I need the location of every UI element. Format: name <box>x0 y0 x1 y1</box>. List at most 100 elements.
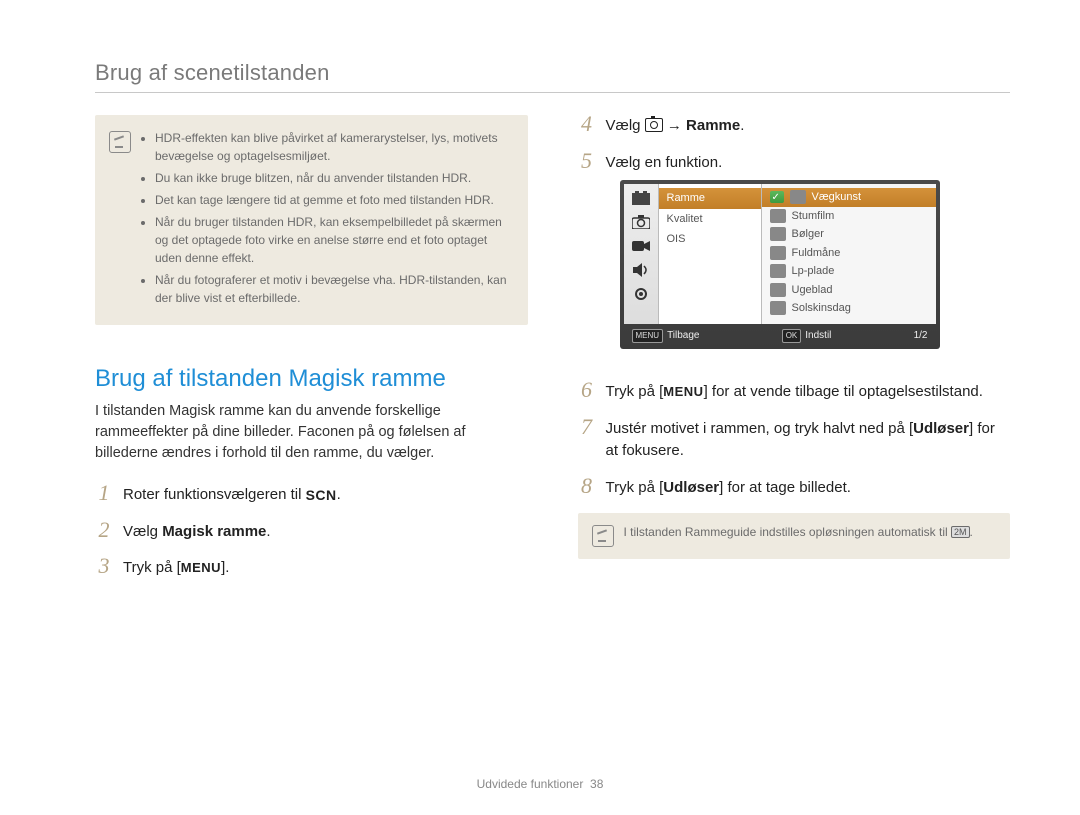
back-control: MENUTilbage <box>632 328 700 343</box>
step-3: Tryk på [MENU]. <box>95 557 528 580</box>
step-text: ]. <box>221 559 229 576</box>
camera-icon <box>645 118 663 132</box>
scene-icon <box>631 190 651 206</box>
note-item: HDR-effekten kan blive påvirket af kamer… <box>155 129 512 165</box>
step-content: Justér motivet i rammen, og tryk halvt n… <box>606 418 1011 463</box>
step-text: Vælg <box>606 117 645 134</box>
note-item: Når du fotograferer et motiv i bevægelse… <box>155 271 512 307</box>
note-item: Det kan tage længere tid at gemme et fot… <box>155 191 512 209</box>
option-item: Ugeblad <box>762 281 936 300</box>
option-item: Fuldmåne <box>762 244 936 263</box>
left-column: HDR-effekten kan blive påvirket af kamer… <box>95 115 528 594</box>
ok-control: OKIndstil <box>782 328 832 343</box>
arrow: → <box>663 117 686 134</box>
footer-label: Udvidede funktioner <box>477 777 584 791</box>
camera-ui-panel: Ramme Kvalitet OIS Vægkunst Stumfilm Bøl… <box>624 184 936 324</box>
note-icon <box>592 525 614 547</box>
step-bold: Magisk ramme <box>162 523 266 540</box>
step-text: Vælg <box>123 523 162 540</box>
step-5: Vælg en funktion. <box>578 152 1011 368</box>
page-title: Brug af scenetilstanden <box>95 60 1010 93</box>
camera-ui-menu: Ramme Kvalitet OIS <box>659 184 762 324</box>
ok-label: Indstil <box>805 328 831 343</box>
camera-ui-bottom-bar: MENUTilbage OKIndstil 1/2 <box>624 324 936 345</box>
step-text: Tryk på [ <box>606 479 664 496</box>
steps-left: Roter funktionsvælgeren til SCN. Vælg Ma… <box>95 484 528 580</box>
step-4: Vælg → Ramme. <box>578 115 1011 138</box>
option-label: Lp-plade <box>792 263 835 280</box>
video-icon <box>631 238 651 254</box>
menu-item-selected: Ramme <box>659 188 761 209</box>
option-item-selected: Vægkunst <box>762 188 936 207</box>
note-list: HDR-effekten kan blive påvirket af kamer… <box>141 129 512 311</box>
option-item: Solskinsdag <box>762 299 936 318</box>
step-bold: Udløser <box>913 420 969 437</box>
step-text: ] for at tage billedet. <box>719 479 851 496</box>
thumb-icon <box>770 283 786 297</box>
step-text: Vælg en funktion. <box>606 154 723 171</box>
camera-icon <box>631 214 651 230</box>
option-label: Bølger <box>792 226 824 243</box>
steps-right: Vælg → Ramme. Vælg en funktion. <box>578 115 1011 499</box>
menu-icon: MENU <box>181 560 221 575</box>
step-content: Tryk på [MENU] for at vende tilbage til … <box>606 381 983 404</box>
option-label: Vægkunst <box>812 189 862 206</box>
page-indicator: 1/2 <box>914 328 928 343</box>
thumb-icon <box>770 264 786 278</box>
thumb-icon <box>770 227 786 241</box>
menu-mark-icon: MENU <box>632 329 664 343</box>
manual-page: Brug af scenetilstanden HDR-effekten kan… <box>0 0 1080 815</box>
content-columns: HDR-effekten kan blive påvirket af kamer… <box>95 115 1010 594</box>
menu-item: OIS <box>659 229 761 250</box>
option-item: Bølger <box>762 225 936 244</box>
camera-ui-tabs <box>624 184 659 324</box>
step-text: Roter funktionsvælgeren til <box>123 486 306 503</box>
step-bold: Ramme <box>686 117 740 134</box>
check-icon <box>770 191 784 203</box>
step-8: Tryk på [Udløser] for at tage billedet. <box>578 477 1011 500</box>
step-content: Roter funktionsvælgeren til SCN. <box>123 484 341 507</box>
sound-icon <box>631 262 651 278</box>
thumb-icon <box>770 246 786 260</box>
note-item: Du kan ikke bruge blitzen, når du anvend… <box>155 169 512 187</box>
section-body: I tilstanden Magisk ramme kan du anvende… <box>95 401 528 464</box>
small-note-content: I tilstanden Rammeguide indstilles opløs… <box>624 525 973 547</box>
page-footer: Udvidede funktioner 38 <box>0 777 1080 791</box>
menu-icon: MENU <box>663 384 703 399</box>
option-label: Stumfilm <box>792 208 835 225</box>
step-content: Vælg en funktion. <box>606 152 940 368</box>
ok-mark-icon: OK <box>782 329 802 343</box>
camera-ui-options: Vægkunst Stumfilm Bølger Fuldmåne Lp-pla… <box>762 184 936 324</box>
step-text: Tryk på [ <box>123 559 181 576</box>
thumb-icon <box>770 209 786 223</box>
step-content: Tryk på [Udløser] for at tage billedet. <box>606 477 851 500</box>
step-1: Roter funktionsvælgeren til SCN. <box>95 484 528 507</box>
thumb-icon <box>770 301 786 315</box>
section-title: Brug af tilstanden Magisk ramme <box>95 365 528 393</box>
step-text: Justér motivet i rammen, og tryk halvt n… <box>606 420 914 437</box>
scn-icon: SCN <box>306 485 337 506</box>
step-content: Tryk på [MENU]. <box>123 557 229 580</box>
step-bold: Udløser <box>663 479 719 496</box>
small-note-text: I tilstanden Rammeguide indstilles opløs… <box>624 525 952 539</box>
step-content: Vælg → Ramme. <box>606 115 745 138</box>
menu-item: Kvalitet <box>659 209 761 230</box>
step-text: Tryk på [ <box>606 383 664 400</box>
gear-icon <box>631 286 651 302</box>
camera-ui-screenshot: Ramme Kvalitet OIS Vægkunst Stumfilm Bøl… <box>620 180 940 349</box>
note-item: Når du bruger tilstanden HDR, kan eksemp… <box>155 213 512 267</box>
option-item: Lp-plade <box>762 262 936 281</box>
step-7: Justér motivet i rammen, og tryk halvt n… <box>578 418 1011 463</box>
option-label: Fuldmåne <box>792 245 841 262</box>
thumb-icon <box>790 190 806 204</box>
note-box: HDR-effekten kan blive påvirket af kamer… <box>95 115 528 325</box>
option-label: Ugeblad <box>792 282 833 299</box>
option-label: Solskinsdag <box>792 300 851 317</box>
resolution-icon: 2M <box>951 526 970 538</box>
step-2: Vælg Magisk ramme. <box>95 521 528 544</box>
step-content: Vælg Magisk ramme. <box>123 521 271 544</box>
step-text: ] for at vende tilbage til optagelsestil… <box>704 383 983 400</box>
right-column: Vælg → Ramme. Vælg en funktion. <box>578 115 1011 594</box>
note-icon <box>109 131 131 153</box>
footer-page-number: 38 <box>590 777 603 791</box>
